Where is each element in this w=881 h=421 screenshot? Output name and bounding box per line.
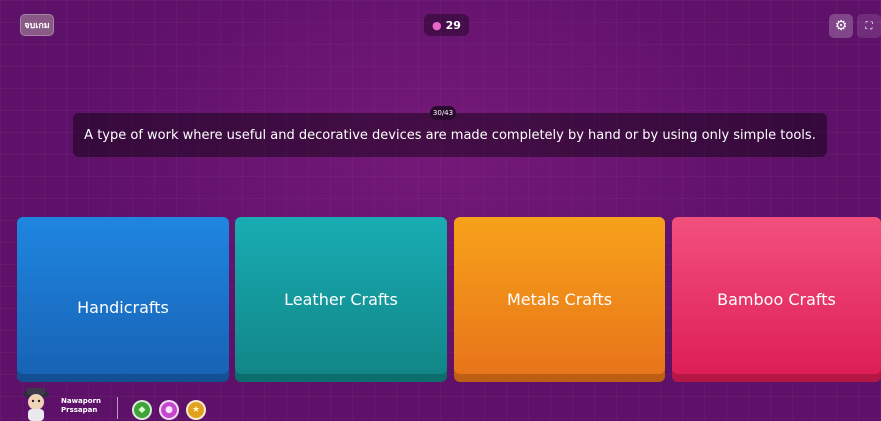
avatar bbox=[23, 388, 49, 421]
answer-label: Metals Crafts bbox=[506, 290, 613, 309]
exit-game-button[interactable]: จบเกม bbox=[20, 14, 54, 36]
divider bbox=[117, 397, 118, 419]
powerup-green-icon[interactable]: ◆ bbox=[132, 400, 152, 420]
answer-label: Leather Crafts bbox=[284, 290, 398, 309]
powerup-purple-icon[interactable]: ● bbox=[159, 400, 179, 420]
streak-counter: ● 29 bbox=[424, 14, 469, 36]
answer-option-1[interactable]: Handicrafts bbox=[17, 217, 229, 382]
player-name: Nawaporn Prssapan bbox=[61, 397, 101, 415]
fullscreen-icon: ⛶ bbox=[865, 20, 873, 32]
settings-button[interactable]: ⚙ bbox=[829, 14, 853, 38]
answer-option-3[interactable]: Metals Crafts bbox=[454, 217, 665, 382]
answer-option-2[interactable]: Leather Crafts bbox=[235, 217, 447, 382]
answer-label: Handicrafts bbox=[77, 298, 169, 317]
answer-options: Handicrafts Leather Crafts Metals Crafts… bbox=[17, 217, 881, 382]
gear-icon: ⚙ bbox=[834, 18, 848, 34]
answer-option-4[interactable]: Bamboo Crafts bbox=[672, 217, 881, 382]
question-text: A type of work where useful and decorati… bbox=[84, 127, 816, 143]
gem-icon: ● bbox=[432, 18, 442, 32]
fullscreen-button[interactable]: ⛶ bbox=[857, 14, 881, 38]
question-counter: 30/43 bbox=[430, 106, 456, 120]
powerup-gold-icon[interactable]: ★ bbox=[186, 400, 206, 420]
streak-count: 29 bbox=[445, 18, 461, 32]
player-bar: Nawaporn Prssapan ◆ ● ★ bbox=[18, 385, 318, 421]
player-first-name: Nawaporn bbox=[61, 397, 102, 405]
answer-label: Bamboo Crafts bbox=[717, 290, 836, 309]
player-last-name: Prssapan bbox=[61, 406, 98, 414]
